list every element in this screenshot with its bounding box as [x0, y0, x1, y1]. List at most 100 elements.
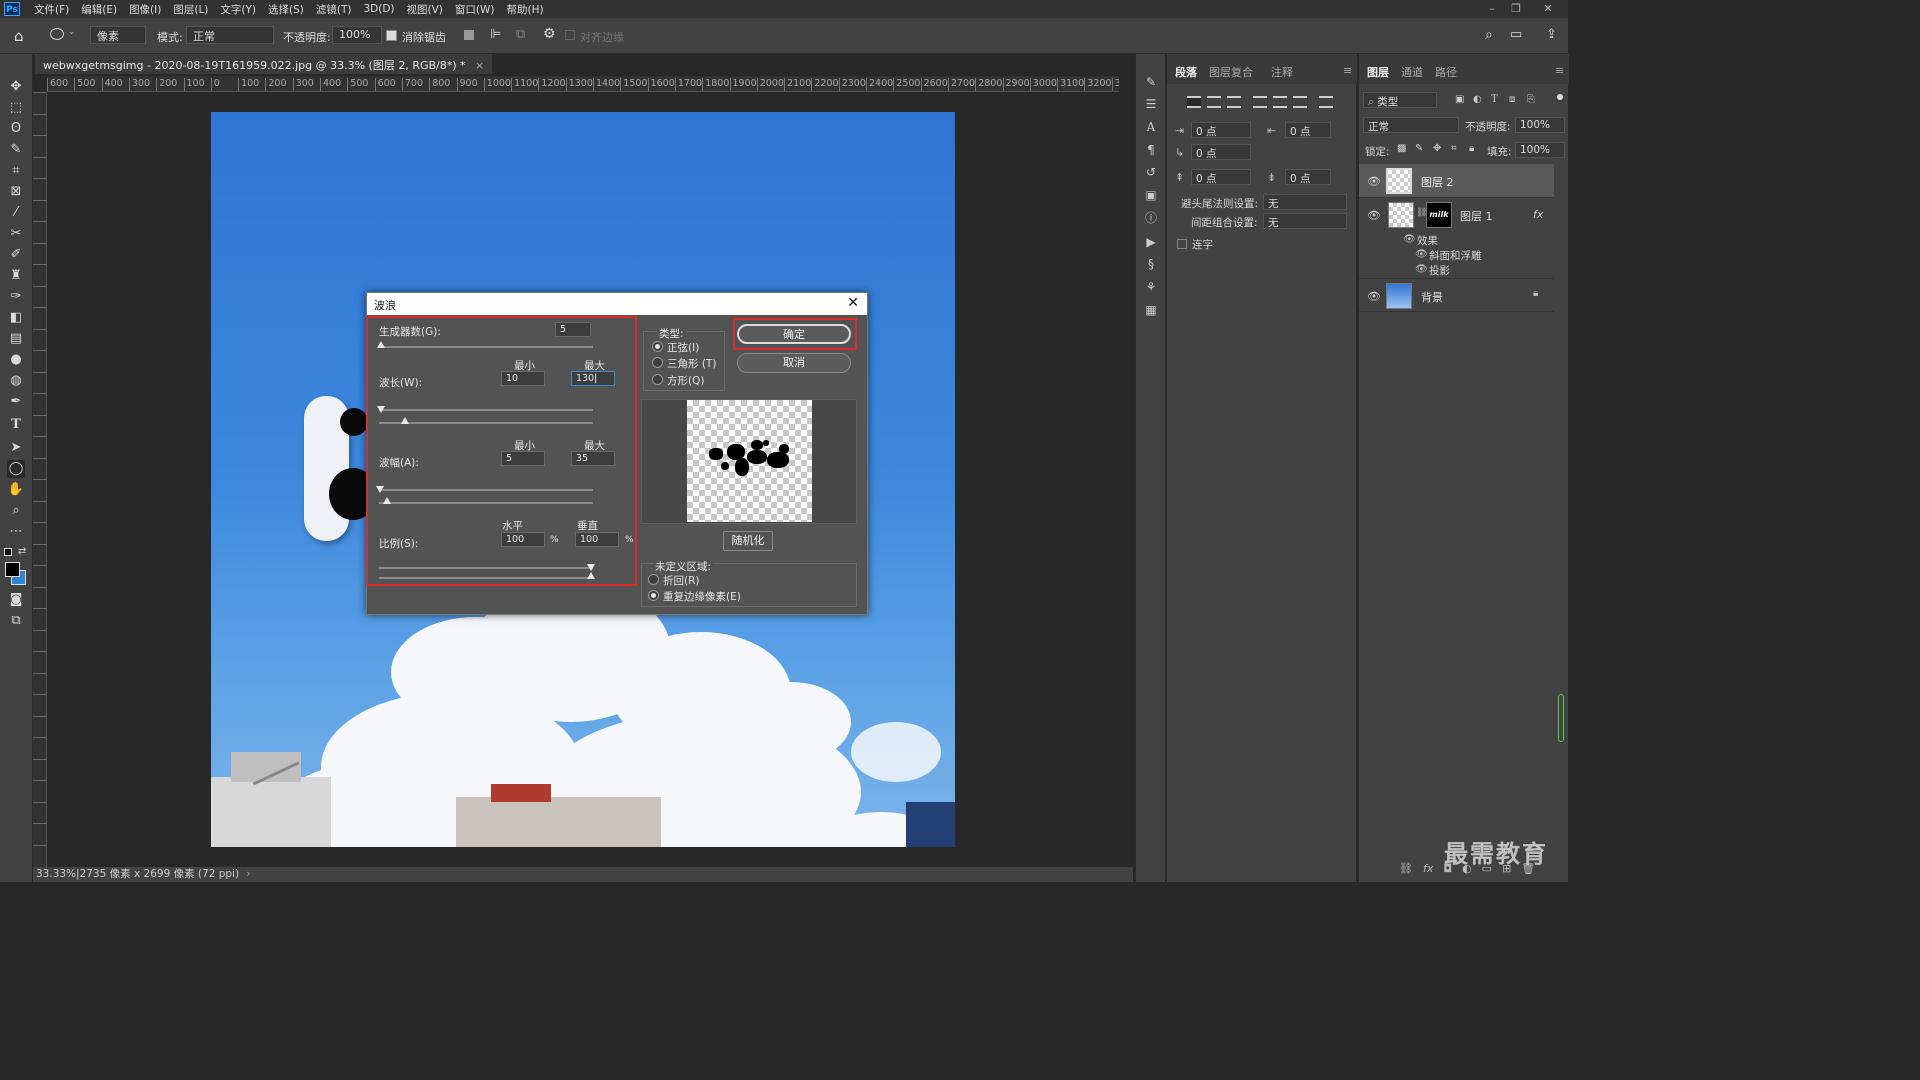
antialias-checkbox[interactable] — [386, 30, 397, 41]
randomize-button[interactable]: 随机化 — [723, 531, 773, 551]
lock-image-icon[interactable]: ✎ — [1415, 143, 1423, 154]
filter-pixel-icon[interactable]: ▣ — [1455, 94, 1464, 105]
blend-mode-select[interactable]: 正常 — [1363, 117, 1459, 133]
mojikumi-select[interactable]: 无 — [1263, 213, 1347, 229]
mode-select[interactable]: 正常 — [186, 26, 274, 44]
hand-tool-icon[interactable]: ✋ — [7, 481, 25, 499]
amplitude-max-track[interactable] — [379, 502, 593, 504]
path-arrangement-icon[interactable]: ⧉ — [516, 27, 525, 42]
tab-layer-comps[interactable]: 图层复合 — [1209, 64, 1253, 80]
ellipse-tool-preset-icon[interactable] — [50, 28, 64, 40]
lock-transparent-icon[interactable]: ▩ — [1397, 143, 1406, 154]
effect-drop-shadow[interactable]: 投影 — [1429, 263, 1450, 278]
link-layers-icon[interactable]: ⛓ — [1399, 862, 1413, 878]
indent-first-line-field[interactable]: 0 点 — [1191, 144, 1251, 160]
opacity-field[interactable]: 100% — [332, 26, 382, 44]
layer-row-1[interactable]: 👁︎ ⛓ milk 图层 1 fx — [1359, 198, 1554, 232]
scale-h-input[interactable]: 100 — [501, 532, 545, 547]
amplitude-min-handle[interactable] — [376, 486, 384, 493]
healing-tool-icon[interactable]: ✂ — [7, 225, 25, 243]
amplitude-max-handle[interactable] — [383, 497, 391, 504]
brush-settings-icon[interactable]: ✎ — [1143, 74, 1159, 90]
gradient-tool-icon[interactable]: ▤ — [7, 330, 25, 348]
tab-channels[interactable]: 通道 — [1401, 64, 1423, 80]
cancel-button[interactable]: 取消 — [737, 353, 851, 373]
tab-notes[interactable]: 注释 — [1271, 64, 1293, 80]
history-brush-icon[interactable]: ✑ — [7, 288, 25, 306]
generators-slider-handle[interactable] — [377, 341, 385, 348]
menu-image[interactable]: 图像(I) — [123, 2, 167, 17]
hyphenate-checkbox[interactable] — [1177, 239, 1187, 249]
ok-button[interactable]: 确定 — [737, 324, 851, 344]
path-select-icon[interactable]: ➤ — [7, 439, 25, 457]
layer-name[interactable]: 背景 — [1421, 289, 1443, 305]
amplitude-min-input[interactable]: 5 — [501, 451, 545, 466]
paths-icon[interactable]: § — [1143, 256, 1159, 272]
screen-mode-icon[interactable]: ⧉ — [7, 612, 25, 630]
character-icon[interactable]: A — [1143, 119, 1159, 135]
minimize-icon[interactable]: – — [1480, 0, 1504, 18]
menu-view[interactable]: 视图(V) — [401, 2, 449, 17]
lasso-tool-icon[interactable]: ʘ — [7, 120, 25, 138]
filter-toggle-icon[interactable] — [1557, 94, 1563, 100]
quick-mask-icon[interactable]: ◙ — [7, 591, 25, 609]
type-triangle-radio[interactable] — [652, 357, 663, 368]
generators-slider-track[interactable] — [379, 346, 593, 348]
wavelength-min-handle[interactable] — [377, 406, 385, 413]
quick-select-tool-icon[interactable]: ✎ — [7, 141, 25, 159]
dialog-titlebar[interactable]: 波浪 ✕ — [367, 293, 867, 315]
eraser-tool-icon[interactable]: ◧ — [7, 309, 25, 327]
filter-shape-icon[interactable]: ⧈ — [1509, 94, 1515, 105]
scrollbar[interactable] — [1558, 694, 1564, 742]
eyedropper-tool-icon[interactable]: ⁄ — [7, 204, 25, 222]
layer-name[interactable]: 图层 2 — [1421, 174, 1454, 190]
document-tab[interactable]: webwxgetmsgimg - 2020-08-19T161959.022.j… — [35, 54, 493, 74]
layer-filter-select[interactable]: ⌕ 类型 — [1363, 92, 1437, 108]
menu-type[interactable]: 文字(Y) — [214, 2, 262, 17]
ellipse-tool-icon[interactable]: ◯ — [7, 460, 25, 478]
info-icon[interactable]: ⓘ — [1143, 210, 1159, 226]
menu-file[interactable]: 文件(F) — [28, 2, 75, 17]
tab-paths[interactable]: 路径 — [1435, 64, 1457, 80]
menu-help[interactable]: 帮助(H) — [501, 2, 550, 17]
eye-icon[interactable]: 👁︎ — [1367, 209, 1381, 222]
align-center-icon[interactable] — [1207, 96, 1221, 108]
space-after-field[interactable]: 0 点 — [1285, 169, 1331, 185]
history-icon[interactable]: ↺ — [1143, 164, 1159, 180]
fill-field[interactable]: 100% — [1515, 142, 1565, 158]
eye-icon[interactable]: 👁︎ — [1415, 264, 1428, 275]
justify-center-icon[interactable] — [1273, 96, 1287, 108]
filter-smart-object-icon[interactable]: ⎘ — [1527, 94, 1535, 105]
layer-mask-thumbnail[interactable]: milk — [1426, 202, 1452, 228]
tab-paragraph[interactable]: 段落 — [1175, 64, 1197, 80]
dodge-tool-icon[interactable]: ◍ — [7, 372, 25, 390]
space-before-field[interactable]: 0 点 — [1191, 169, 1251, 185]
wavelength-max-handle[interactable] — [401, 417, 409, 424]
table-icon[interactable]: ▦ — [1143, 302, 1159, 318]
wavelength-min-input[interactable]: 10 — [501, 371, 545, 386]
close-window-icon[interactable]: ✕ — [1536, 0, 1560, 18]
justify-right-icon[interactable] — [1293, 96, 1307, 108]
justify-left-icon[interactable] — [1253, 96, 1267, 108]
align-right-icon[interactable] — [1227, 96, 1241, 108]
restore-icon[interactable]: ❐ — [1504, 0, 1528, 18]
layer-name[interactable]: 图层 1 — [1460, 208, 1493, 224]
layer-row-background[interactable]: 👁︎ 背景 🔒︎ — [1359, 278, 1554, 312]
scale-v-handle[interactable] — [587, 572, 595, 579]
filter-type-icon[interactable]: T — [1491, 94, 1498, 105]
more-tools-icon[interactable]: ⋯ — [7, 523, 25, 541]
align-left-icon[interactable] — [1187, 96, 1201, 108]
repeat-edge-radio[interactable] — [648, 590, 659, 601]
close-icon[interactable]: ✕ — [847, 295, 859, 311]
panel-menu-icon[interactable]: ≡ — [1343, 64, 1352, 77]
pen-tool-icon[interactable]: ✒ — [7, 393, 25, 411]
adjustments-icon[interactable]: ☰ — [1143, 96, 1159, 112]
scale-h-track[interactable] — [379, 567, 593, 569]
tab-layers[interactable]: 图层 — [1367, 64, 1389, 80]
properties-icon[interactable]: ▣ — [1143, 187, 1159, 203]
menu-layer[interactable]: 图层(L) — [167, 2, 214, 17]
layer-row-2[interactable]: 👁︎ 图层 2 — [1359, 164, 1554, 198]
home-icon[interactable]: ⌂ — [14, 27, 24, 45]
lock-all-icon[interactable]: 🔒︎ — [1469, 143, 1474, 154]
close-tab-icon[interactable]: × — [475, 59, 484, 72]
